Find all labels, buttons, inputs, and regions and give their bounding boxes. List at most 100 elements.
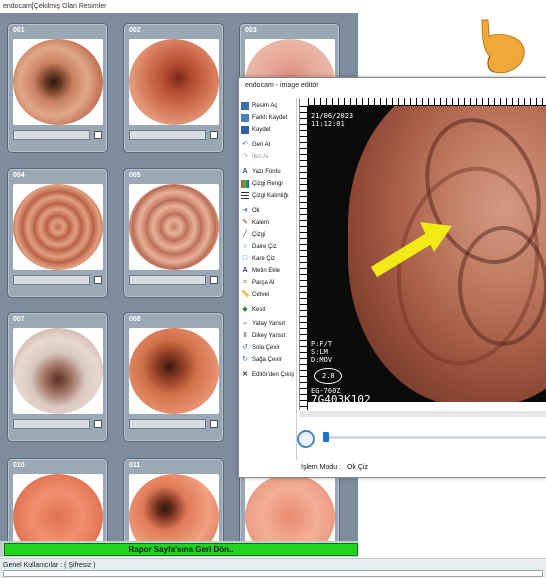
thumbnail-number: 005 [129, 172, 141, 179]
tool-line-color[interactable]: Çizgi Rengi [241, 178, 297, 190]
mode-label: İşlem Modu : [301, 464, 342, 471]
tool-open-image[interactable]: Resim Aç [241, 100, 297, 112]
thumbnail-checkbox[interactable] [94, 276, 102, 284]
tool-label: Kare Çiz [252, 256, 276, 262]
thumbnail-card[interactable]: 010 [7, 458, 108, 541]
tool-ruler[interactable]: 📏 Cetvel [241, 289, 297, 301]
tool-label: Ok [252, 208, 260, 214]
thumbnail-card[interactable]: 011 [123, 458, 224, 541]
tool-label: İleri Al [252, 154, 269, 160]
tool-label: Sola Çevir [252, 345, 280, 351]
crop-icon: ⌗ [243, 279, 247, 286]
thumbnail-card[interactable]: 005 [123, 168, 224, 298]
thumbnail-image[interactable] [129, 328, 219, 414]
rotate-right-icon: ↻ [242, 356, 248, 363]
tool-section[interactable]: ◆ Kesit [241, 304, 297, 316]
thumbnail-number: 004 [13, 172, 25, 179]
tool-line-width[interactable]: Çizgi Kalınlığı [241, 190, 297, 202]
save-icon [241, 126, 249, 134]
zoom-slider[interactable] [323, 436, 546, 439]
tool-pen[interactable]: ✎ Kalem [241, 217, 297, 229]
tool-redo[interactable]: ↷ İleri Al [241, 151, 297, 163]
tool-save[interactable]: Kaydet [241, 124, 297, 136]
thumbnail-checkbox[interactable] [94, 131, 102, 139]
tool-arrow[interactable]: ➜ Ok [241, 205, 297, 217]
thumbnail-caption-field[interactable] [13, 275, 90, 285]
tool-label: Çizgi Rengi [252, 181, 283, 187]
font-icon: A [242, 168, 248, 175]
thumbnail-image[interactable] [13, 184, 103, 270]
tool-label: Metin Ekle [252, 268, 281, 274]
thumbnail-image[interactable] [129, 474, 219, 541]
thumbnail-image[interactable] [13, 39, 103, 125]
thumbnail-image[interactable] [245, 474, 335, 541]
endoscopy-image[interactable]: 21/06/2023 11:12:01 P:F/T S:LM D:MOV 2.8… [308, 106, 546, 402]
vertical-ruler [300, 106, 308, 410]
thumbnail-number: 011 [129, 462, 141, 469]
overlay-code-3: D:MOV [311, 356, 333, 364]
tool-label: Cetvel [252, 292, 270, 298]
tool-label: Yatay Yansıt [252, 321, 286, 327]
zoom-slider-handle[interactable] [323, 432, 329, 442]
thumbnail-caption-field[interactable] [13, 130, 90, 140]
tool-crop[interactable]: ⌗ Parça Al [241, 277, 297, 289]
image-editor-window: endocam - image editör Resim Aç Farklı K… [238, 77, 546, 478]
line-icon: ╱ [242, 231, 248, 238]
thumbnail-caption-field[interactable] [129, 275, 206, 285]
thumbnail-checkbox[interactable] [210, 131, 218, 139]
thumbnail-checkbox[interactable] [210, 276, 218, 284]
mode-value: Ok Çiz [347, 464, 369, 471]
thumbnail-number: 003 [245, 27, 257, 34]
tool-flip-horizontal[interactable]: ⇔ Yatay Yansıt [241, 318, 297, 330]
flip-horizontal-icon: ⇔ [241, 320, 249, 327]
tool-circle[interactable]: ○ Daire Çiz [241, 241, 297, 253]
tool-rotate-left[interactable]: ↺ Sola Çevir [241, 342, 297, 354]
thumbnail-image[interactable] [13, 474, 103, 541]
tool-line[interactable]: ╱ Çizgi [241, 229, 297, 241]
tool-save-as[interactable]: Farklı Kaydet [241, 112, 297, 124]
image-canvas[interactable]: 21/06/2023 11:12:01 P:F/T S:LM D:MOV 2.8… [299, 98, 546, 410]
tool-rotate-right[interactable]: ↻ Sağa Çevir [241, 354, 297, 366]
undo-icon: ↶ [242, 141, 248, 148]
thumbnail-card[interactable]: 008 [123, 312, 224, 442]
thumbnail-image[interactable] [13, 328, 103, 414]
redo-icon: ↷ [242, 153, 248, 160]
tool-label: Kaydet [252, 127, 271, 133]
thumbnail-card[interactable]: 002 [123, 23, 224, 153]
thumbnail-image[interactable] [129, 184, 219, 270]
thumbnail-caption-field[interactable] [129, 130, 206, 140]
tool-square[interactable]: □ Kare Çiz [241, 253, 297, 265]
zoom-controls [297, 428, 546, 458]
thumbnail-card[interactable]: 001 [7, 23, 108, 153]
tool-label: Resim Aç [252, 103, 278, 109]
tool-label: Daire Çiz [252, 244, 277, 250]
tool-label: Farklı Kaydet [252, 115, 288, 121]
exit-icon: ✕ [242, 371, 248, 378]
save-as-icon [241, 114, 249, 122]
tool-exit-editor[interactable]: ✕ Editör'den Çıkış [241, 369, 297, 381]
thumbnail-caption-field[interactable] [129, 419, 206, 429]
thumbnail-caption-field[interactable] [13, 419, 90, 429]
return-to-report-button[interactable]: Rapor Sayfa'sına Geri Dön.. [4, 543, 358, 556]
overlay-dial-value: 2.8 [322, 372, 335, 380]
tool-label: Çizgi Kalınlığı [252, 193, 289, 199]
flip-vertical-icon: ⇕ [242, 332, 248, 339]
thumbnail-number: 002 [129, 27, 141, 34]
overlay-serial: 7G403K102 [311, 393, 371, 403]
status-bar: Genel Kullanıcılar : ( Şifresiz ) [0, 558, 546, 578]
tool-text[interactable]: A Metin Ekle [241, 265, 297, 277]
tool-font[interactable]: A Yazı Fontu [241, 166, 297, 178]
thumbnail-number: 010 [13, 462, 25, 469]
horizontal-scrollbar[interactable] [299, 411, 546, 417]
thumbnail-card[interactable]: 007 [7, 312, 108, 442]
tool-undo[interactable]: ↶ Geri Al [241, 139, 297, 151]
thumbnail-image[interactable] [129, 39, 219, 125]
thumbnail-card[interactable]: 004 [7, 168, 108, 298]
annotation-arrow[interactable] [368, 218, 458, 278]
user-status-text: Genel Kullanıcılar : ( Şifresiz ) [3, 562, 96, 569]
tool-flip-vertical[interactable]: ⇕ Dikey Yansıt [241, 330, 297, 342]
zoom-icon[interactable] [297, 430, 315, 448]
text-icon: A [242, 267, 248, 274]
thumbnail-checkbox[interactable] [210, 420, 218, 428]
thumbnail-checkbox[interactable] [94, 420, 102, 428]
